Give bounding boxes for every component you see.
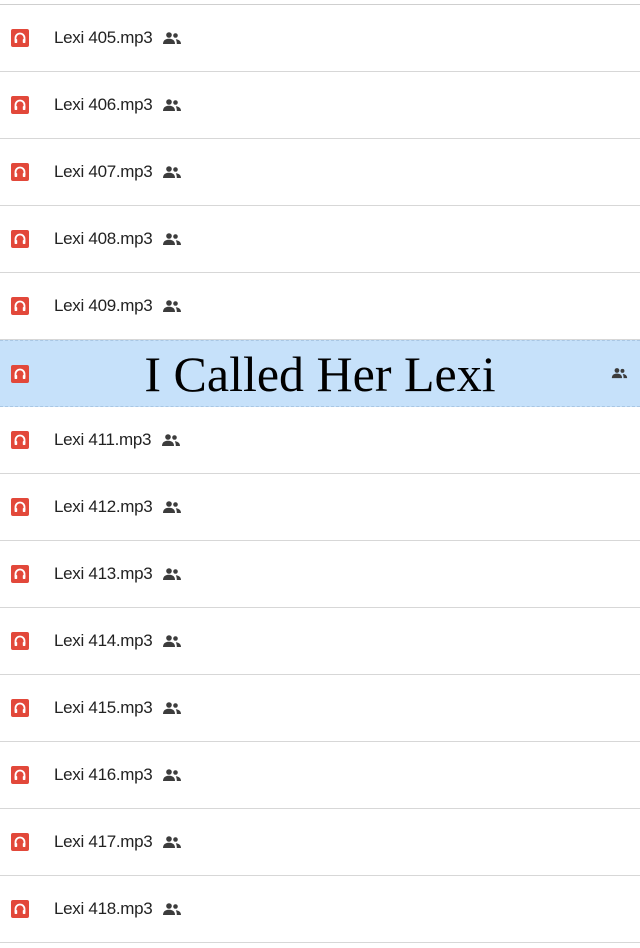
- shared-people-icon: [163, 166, 182, 178]
- audio-file-icon: [11, 632, 29, 650]
- audio-file-icon: [11, 900, 29, 918]
- shared-people-icon: [163, 836, 182, 848]
- file-name: Lexi 416.mp3: [54, 765, 153, 784]
- shared-people-icon: [163, 769, 182, 781]
- shared-people-icon: [162, 434, 181, 446]
- file-row[interactable]: Lexi 418.mp3: [0, 876, 640, 943]
- file-row[interactable]: Lexi 406.mp3: [0, 72, 640, 139]
- file-row[interactable]: Lexi 409.mp3: [0, 273, 640, 340]
- shared-people-icon: [163, 568, 182, 580]
- shared-people-icon: [163, 99, 182, 111]
- audio-file-icon: [11, 833, 29, 851]
- file-name: Lexi 409.mp3: [54, 296, 153, 315]
- file-row[interactable]: Lexi 411.mp3: [0, 407, 640, 474]
- shared-people-icon: [163, 903, 182, 915]
- audio-file-icon: [11, 230, 29, 248]
- audio-file-icon: [11, 699, 29, 717]
- file-name: Lexi 406.mp3: [54, 95, 153, 114]
- audio-file-icon: [11, 297, 29, 315]
- shared-people-icon: [611, 367, 628, 378]
- file-name: Lexi 418.mp3: [54, 899, 153, 918]
- file-row[interactable]: Lexi 407.mp3: [0, 139, 640, 206]
- shared-people-icon: [163, 32, 182, 44]
- shared-people-icon: [163, 300, 182, 312]
- file-name: Lexi 408.mp3: [54, 229, 153, 248]
- shared-people-icon: [163, 501, 182, 513]
- shared-people-icon: [163, 233, 182, 245]
- file-name: Lexi 417.mp3: [54, 832, 153, 851]
- file-row[interactable]: Lexi 415.mp3: [0, 675, 640, 742]
- title-overlay: I Called Her Lexi: [144, 345, 496, 402]
- file-row[interactable]: Lexi 408.mp3: [0, 206, 640, 273]
- file-row[interactable]: Lexi 413.mp3: [0, 541, 640, 608]
- file-name: Lexi 407.mp3: [54, 162, 153, 181]
- file-name: Lexi 414.mp3: [54, 631, 153, 650]
- file-row[interactable]: Lexi 405.mp3: [0, 5, 640, 72]
- file-name: Lexi 413.mp3: [54, 564, 153, 583]
- file-row[interactable]: Lexi 417.mp3: [0, 809, 640, 876]
- file-list: Lexi 405.mp3 Lexi 406.mp3 Lexi 407.mp3 L…: [0, 5, 640, 943]
- audio-file-icon: [11, 766, 29, 784]
- shared-people-icon: [163, 635, 182, 647]
- audio-file-icon: [11, 498, 29, 516]
- audio-file-icon: [11, 96, 29, 114]
- file-row-selected[interactable]: I Called Her Lexi: [0, 340, 640, 407]
- file-name: Lexi 412.mp3: [54, 497, 153, 516]
- shared-people-icon: [163, 702, 182, 714]
- file-row[interactable]: Lexi 416.mp3: [0, 742, 640, 809]
- file-row[interactable]: Lexi 414.mp3: [0, 608, 640, 675]
- file-row[interactable]: Lexi 412.mp3: [0, 474, 640, 541]
- file-name: Lexi 405.mp3: [54, 28, 153, 47]
- audio-file-icon: [11, 163, 29, 181]
- audio-file-icon: [11, 29, 29, 47]
- file-name: Lexi 411.mp3: [54, 430, 152, 449]
- audio-file-icon: [11, 565, 29, 583]
- audio-file-icon: [11, 431, 29, 449]
- file-name: Lexi 415.mp3: [54, 698, 153, 717]
